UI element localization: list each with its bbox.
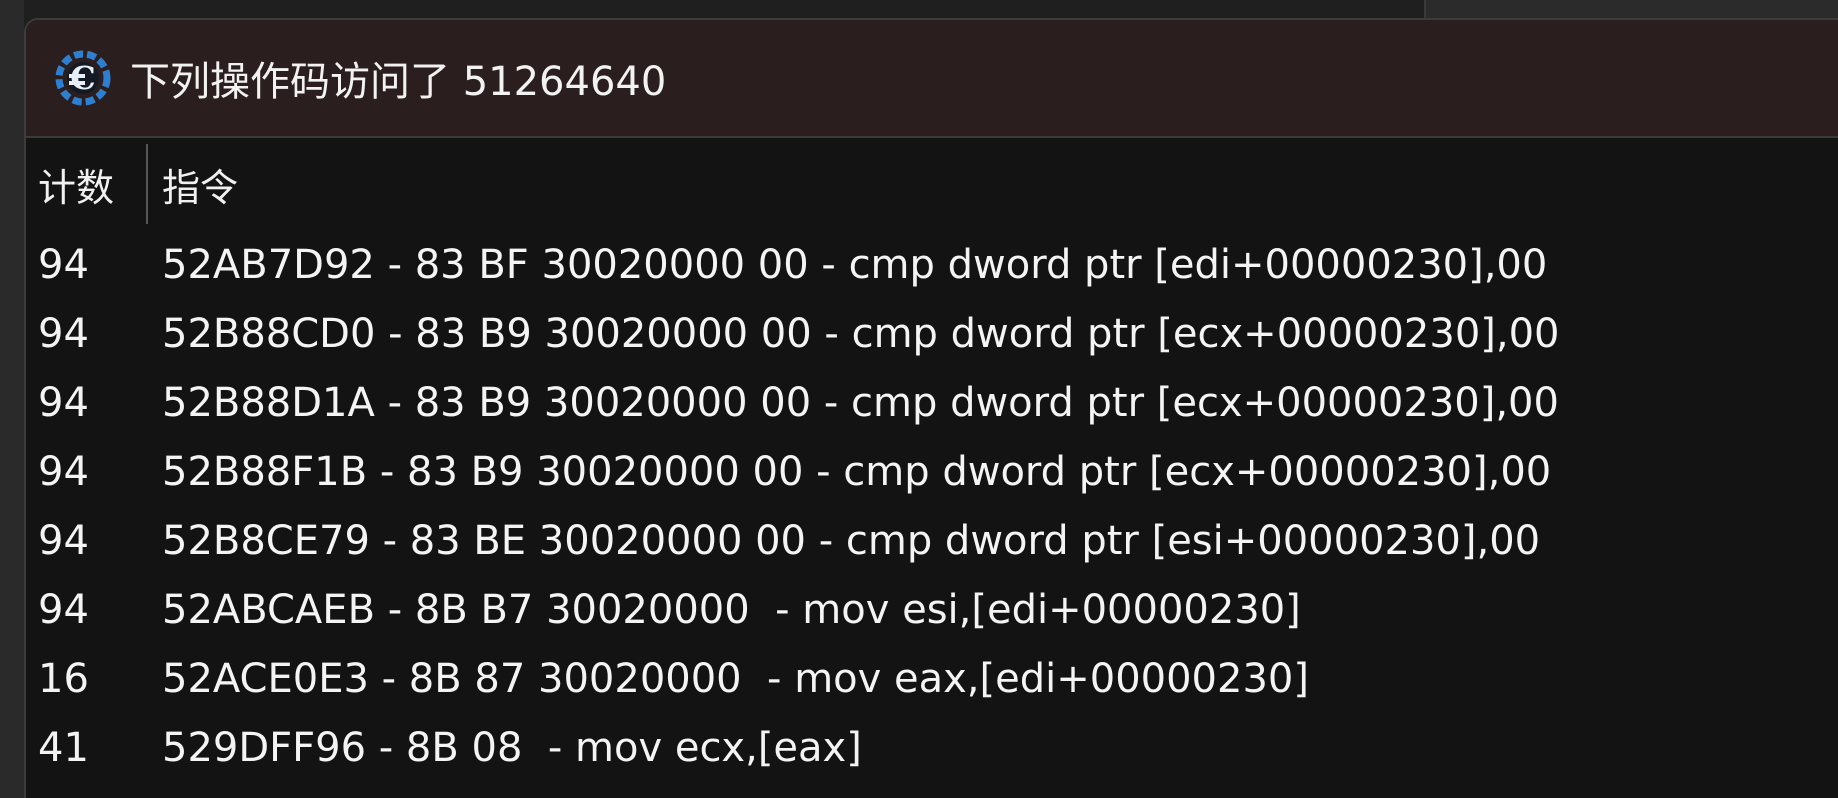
row-count: 94 bbox=[38, 448, 89, 495]
table-row[interactable]: 94 52B88CD0 - 83 B9 30020000 00 - cmp dw… bbox=[26, 299, 1838, 368]
column-header-instruction[interactable]: 指令 bbox=[148, 144, 238, 224]
opcode-access-window: C 下列操作码访问了 51264640 计数 指令 94 52AB7D92 - … bbox=[24, 18, 1838, 798]
row-instruction: 52ABCAEB - 8B B7 30020000 - mov esi,[edi… bbox=[162, 586, 1301, 633]
row-count: 16 bbox=[38, 655, 89, 702]
table-row[interactable]: 94 52B8CE79 - 83 BE 30020000 00 - cmp dw… bbox=[26, 506, 1838, 575]
row-instruction: 52B88D1A - 83 B9 30020000 00 - cmp dword… bbox=[162, 379, 1559, 426]
table-row[interactable]: 94 52B88F1B - 83 B9 30020000 00 - cmp dw… bbox=[26, 437, 1838, 506]
table-row[interactable]: 41 529DFF96 - 8B 08 - mov ecx,[eax] bbox=[26, 713, 1838, 782]
row-count: 94 bbox=[38, 379, 89, 426]
row-instruction: 52AB7D92 - 83 BF 30020000 00 - cmp dword… bbox=[162, 241, 1548, 288]
table-header: 计数 指令 bbox=[26, 138, 1838, 230]
row-instruction: 52B88CD0 - 83 B9 30020000 00 - cmp dword… bbox=[162, 310, 1560, 357]
row-instruction: 52B88F1B - 83 B9 30020000 00 - cmp dword… bbox=[162, 448, 1552, 495]
background-window-left bbox=[0, 0, 24, 798]
table-row[interactable]: 94 52B88D1A - 83 B9 30020000 00 - cmp dw… bbox=[26, 368, 1838, 437]
title-bar[interactable]: C 下列操作码访问了 51264640 bbox=[26, 20, 1838, 138]
cheat-engine-icon: C bbox=[52, 47, 114, 109]
row-count: 94 bbox=[38, 241, 89, 288]
row-count: 41 bbox=[38, 724, 89, 771]
window-title: 下列操作码访问了 51264640 bbox=[130, 59, 667, 105]
row-count: 94 bbox=[38, 517, 89, 564]
table-row[interactable]: 94 52ABCAEB - 8B B7 30020000 - mov esi,[… bbox=[26, 575, 1838, 644]
row-instruction: 529DFF96 - 8B 08 - mov ecx,[eax] bbox=[162, 724, 862, 771]
table-row[interactable]: 16 52ACE0E3 - 8B 87 30020000 - mov eax,[… bbox=[26, 644, 1838, 713]
row-count: 94 bbox=[38, 310, 89, 357]
column-header-count[interactable]: 计数 bbox=[26, 144, 148, 224]
row-instruction: 52ACE0E3 - 8B 87 30020000 - mov eax,[edi… bbox=[162, 655, 1309, 702]
row-instruction: 52B8CE79 - 83 BE 30020000 00 - cmp dword… bbox=[162, 517, 1541, 564]
table-row[interactable]: 94 52AB7D92 - 83 BF 30020000 00 - cmp dw… bbox=[26, 230, 1838, 299]
row-count: 94 bbox=[38, 586, 89, 633]
instruction-list: 94 52AB7D92 - 83 BF 30020000 00 - cmp dw… bbox=[26, 230, 1838, 782]
